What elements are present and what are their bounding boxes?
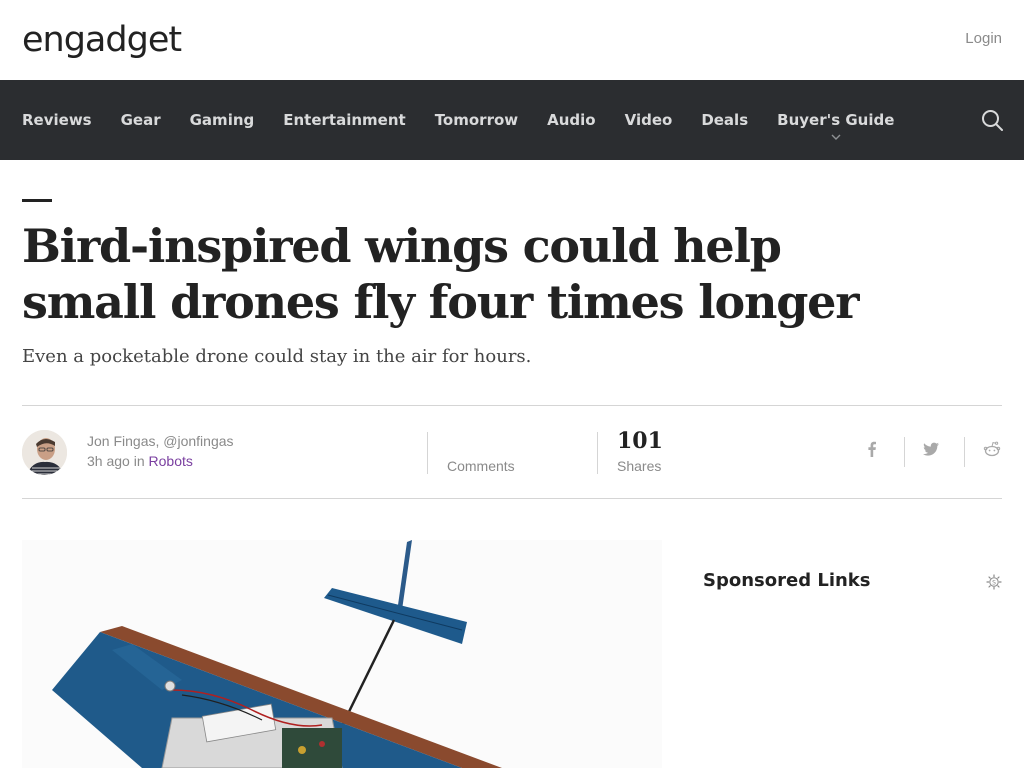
shares-label: Shares <box>617 458 662 474</box>
main-nav: Reviews Gear Gaming Entertainment Tomorr… <box>0 80 1024 160</box>
site-header: engadget Login <box>0 0 1024 80</box>
divider-bottom <box>22 498 1002 499</box>
drone-illustration <box>22 540 662 768</box>
share-divider <box>904 437 905 467</box>
nav-item-tomorrow[interactable]: Tomorrow <box>435 111 518 129</box>
twitter-icon[interactable] <box>922 440 940 458</box>
reddit-icon[interactable] <box>983 440 1001 458</box>
byline-divider <box>597 432 598 474</box>
nav-item-gear[interactable]: Gear <box>121 111 161 129</box>
post-time: 3h ago <box>87 453 130 469</box>
article-hero-image[interactable] <box>22 540 662 768</box>
article-subtitle: Even a pocketable drone could stay in th… <box>22 346 532 367</box>
nav-item-video[interactable]: Video <box>625 111 673 129</box>
search-icon[interactable] <box>980 108 1004 132</box>
nav-item-deals[interactable]: Deals <box>701 111 748 129</box>
divider-top <box>22 405 1002 406</box>
share-divider <box>964 437 965 467</box>
author-name[interactable]: Jon Fingas, @jonfingas <box>87 433 234 449</box>
headline-accent-bar <box>22 199 52 202</box>
category-link[interactable]: Robots <box>149 453 193 469</box>
login-link[interactable]: Login <box>965 30 1002 47</box>
comments-link[interactable]: Comments <box>447 458 515 474</box>
sponsor-badge-icon[interactable]: S <box>986 574 1002 590</box>
post-meta: 3h ago in Robots <box>87 453 193 469</box>
nav-item-audio[interactable]: Audio <box>547 111 595 129</box>
nav-item-buyers-guide-label: Buyer's Guide <box>777 111 895 129</box>
svg-text:S: S <box>992 579 996 586</box>
nav-item-reviews[interactable]: Reviews <box>22 111 92 129</box>
shares-count: 101 <box>617 428 663 454</box>
article-title: Bird-inspired wings could help small dro… <box>22 219 859 329</box>
nav-item-entertainment[interactable]: Entertainment <box>283 111 405 129</box>
engadget-logo[interactable]: engadget <box>22 20 182 60</box>
post-in-label: in <box>133 453 145 469</box>
author-avatar[interactable] <box>22 430 67 475</box>
byline-divider <box>427 432 428 474</box>
nav-item-gaming[interactable]: Gaming <box>190 111 255 129</box>
facebook-icon[interactable] <box>863 440 881 458</box>
chevron-down-icon[interactable] <box>831 133 841 141</box>
sponsored-links-title: Sponsored Links <box>703 570 871 591</box>
nav-item-buyers-guide[interactable]: Buyer's Guide <box>777 111 895 140</box>
avatar-image <box>22 430 67 475</box>
